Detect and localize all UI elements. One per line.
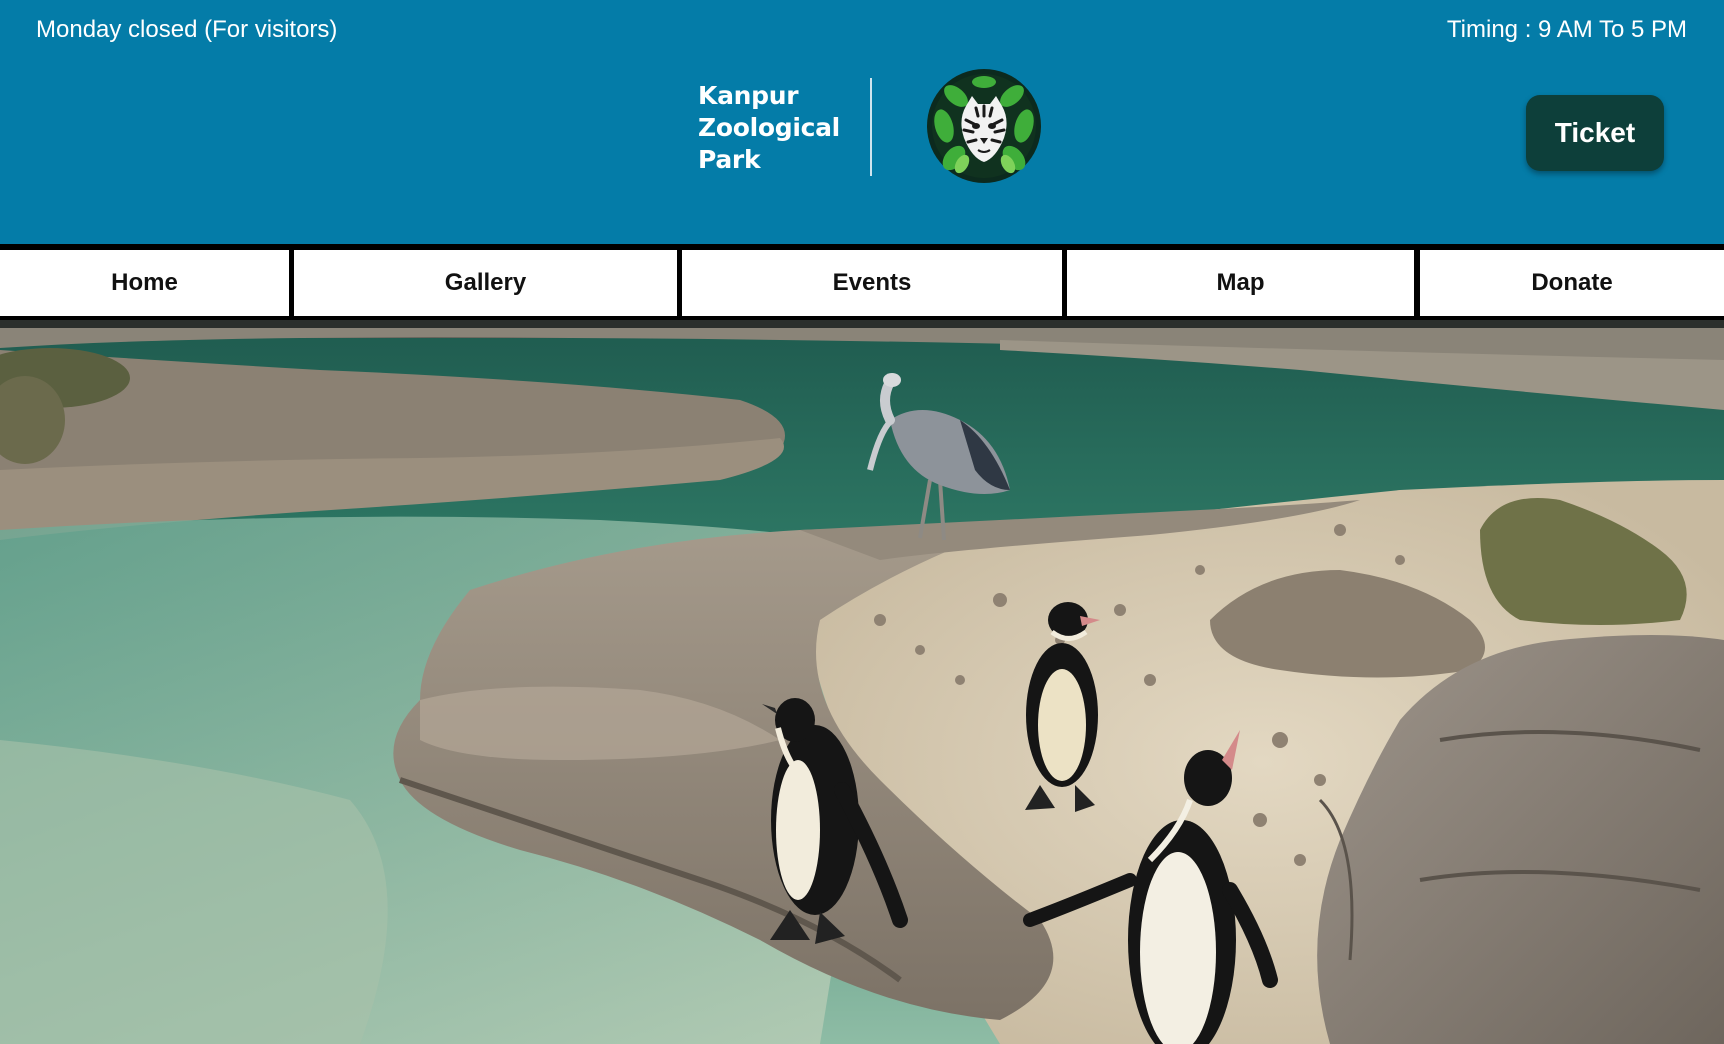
nav-item-gallery[interactable]: Gallery (294, 250, 677, 316)
nav-item-home[interactable]: Home (0, 250, 289, 316)
site-header: Monday closed (For visitors) Timing : 9 … (0, 0, 1724, 244)
timing-notice: Timing : 9 AM To 5 PM (1446, 16, 1687, 43)
brand-line-2: Zoological (698, 113, 840, 142)
tiger-logo-icon[interactable] (926, 68, 1042, 184)
site-title[interactable]: Kanpur Zoological Park (698, 80, 848, 176)
nav-item-events[interactable]: Events (682, 250, 1062, 316)
brand-line-1: Kanpur (698, 81, 799, 110)
nav-item-donate[interactable]: Donate (1420, 250, 1724, 316)
nav-item-map[interactable]: Map (1067, 250, 1414, 316)
brand-line-3: Park (698, 145, 761, 174)
hero-image (0, 320, 1724, 1044)
main-nav: Home Gallery Events Map Donate (0, 244, 1724, 320)
brand-divider (870, 78, 872, 176)
closed-day-notice: Monday closed (For visitors) (36, 16, 338, 43)
ticket-button[interactable]: Ticket (1526, 95, 1664, 171)
